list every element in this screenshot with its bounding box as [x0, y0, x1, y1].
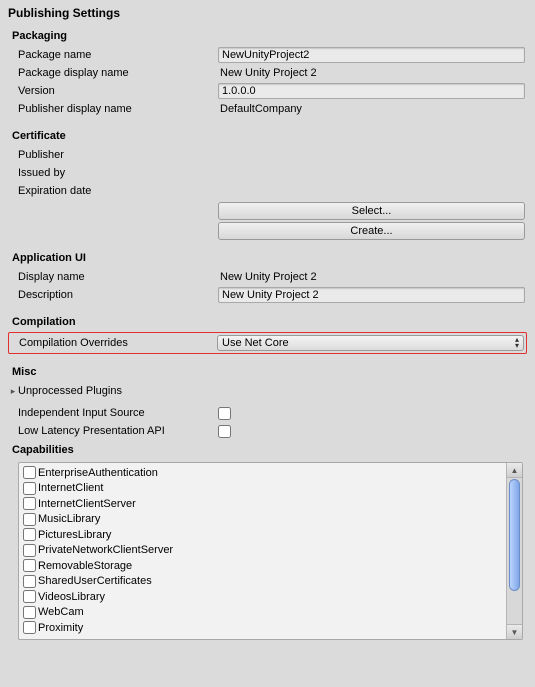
capability-item: SharedUserCertificates — [21, 574, 504, 590]
capabilities-heading: Capabilities — [6, 440, 529, 460]
capability-label: MusicLibrary — [38, 513, 100, 525]
capability-item: WebCam — [21, 605, 504, 621]
app-ui-heading: Application UI — [6, 248, 529, 268]
independent-input-label: Independent Input Source — [18, 407, 218, 419]
capability-item: RemovableStorage — [21, 558, 504, 574]
package-display-name-value: New Unity Project 2 — [218, 67, 529, 79]
capability-item: InternetClient — [21, 481, 504, 497]
capability-label: VideosLibrary — [38, 591, 105, 603]
packaging-heading: Packaging — [6, 26, 529, 46]
capability-checkbox[interactable] — [23, 621, 36, 634]
package-name-input[interactable] — [218, 47, 525, 63]
misc-heading: Misc — [6, 362, 529, 382]
capabilities-scrollbar[interactable]: ▲ ▼ — [506, 463, 522, 639]
publisher-display-name-value: DefaultCompany — [218, 103, 529, 115]
cert-issued-by-label: Issued by — [18, 167, 218, 179]
capability-checkbox[interactable] — [23, 575, 36, 588]
version-input[interactable] — [218, 83, 525, 99]
unprocessed-plugins-foldout[interactable]: ▸ Unprocessed Plugins — [6, 382, 529, 400]
cert-expiration-label: Expiration date — [18, 185, 218, 197]
app-description-label: Description — [18, 289, 218, 301]
app-display-name-value: New Unity Project 2 — [218, 271, 529, 283]
low-latency-label: Low Latency Presentation API — [18, 425, 218, 437]
capability-checkbox[interactable] — [23, 606, 36, 619]
capability-item: Proximity — [21, 620, 504, 636]
capability-checkbox[interactable] — [23, 590, 36, 603]
capability-item: VideosLibrary — [21, 589, 504, 605]
capability-item: PrivateNetworkClientServer — [21, 543, 504, 559]
unprocessed-plugins-label: Unprocessed Plugins — [18, 385, 122, 397]
capability-label: EnterpriseAuthentication — [38, 467, 158, 479]
independent-input-checkbox[interactable] — [218, 407, 231, 420]
app-display-name-label: Display name — [18, 271, 218, 283]
capability-item: EnterpriseAuthentication — [21, 465, 504, 481]
capabilities-list-container: EnterpriseAuthentication InternetClient In… — [18, 462, 523, 640]
version-label: Version — [18, 85, 218, 97]
cert-select-button[interactable]: Select... — [218, 202, 525, 220]
capability-label: Proximity — [38, 622, 83, 634]
capability-label: WebCam — [38, 606, 84, 618]
capability-checkbox[interactable] — [23, 482, 36, 495]
capability-label: InternetClientServer — [38, 498, 136, 510]
low-latency-checkbox[interactable] — [218, 425, 231, 438]
compilation-overrides-value: Use Net Core — [222, 337, 515, 349]
dropdown-arrows-icon: ▴▾ — [515, 337, 519, 349]
capability-label: PicturesLibrary — [38, 529, 111, 541]
package-name-label: Package name — [18, 49, 218, 61]
capability-item: PicturesLibrary — [21, 527, 504, 543]
foldout-arrow-icon: ▸ — [8, 386, 18, 397]
capability-checkbox[interactable] — [23, 528, 36, 541]
compilation-overrides-label: Compilation Overrides — [19, 337, 217, 349]
compilation-overrides-dropdown[interactable]: Use Net Core ▴▾ — [217, 335, 524, 351]
publishing-settings-panel: Publishing Settings Packaging Package na… — [0, 0, 535, 687]
scroll-up-arrow-icon[interactable]: ▲ — [507, 463, 522, 478]
capability-checkbox[interactable] — [23, 466, 36, 479]
capability-checkbox[interactable] — [23, 513, 36, 526]
compilation-heading: Compilation — [6, 312, 529, 332]
capability-label: InternetClient — [38, 482, 103, 494]
certificate-heading: Certificate — [6, 126, 529, 146]
capability-label: SharedUserCertificates — [38, 575, 152, 587]
capabilities-list: EnterpriseAuthentication InternetClient In… — [19, 463, 506, 639]
compilation-overrides-highlight: Compilation Overrides Use Net Core ▴▾ — [8, 332, 527, 354]
capability-checkbox[interactable] — [23, 544, 36, 557]
capability-label: PrivateNetworkClientServer — [38, 544, 173, 556]
scroll-down-arrow-icon[interactable]: ▼ — [507, 624, 522, 639]
publisher-display-name-label: Publisher display name — [18, 103, 218, 115]
package-display-name-label: Package display name — [18, 67, 218, 79]
scroll-thumb[interactable] — [509, 479, 520, 591]
capability-checkbox[interactable] — [23, 559, 36, 572]
capability-item: InternetClientServer — [21, 496, 504, 512]
panel-title: Publishing Settings — [6, 4, 529, 26]
capability-item: MusicLibrary — [21, 512, 504, 528]
app-description-input[interactable] — [218, 287, 525, 303]
capability-label: RemovableStorage — [38, 560, 132, 572]
cert-create-button[interactable]: Create... — [218, 222, 525, 240]
cert-publisher-label: Publisher — [18, 149, 218, 161]
capability-checkbox[interactable] — [23, 497, 36, 510]
